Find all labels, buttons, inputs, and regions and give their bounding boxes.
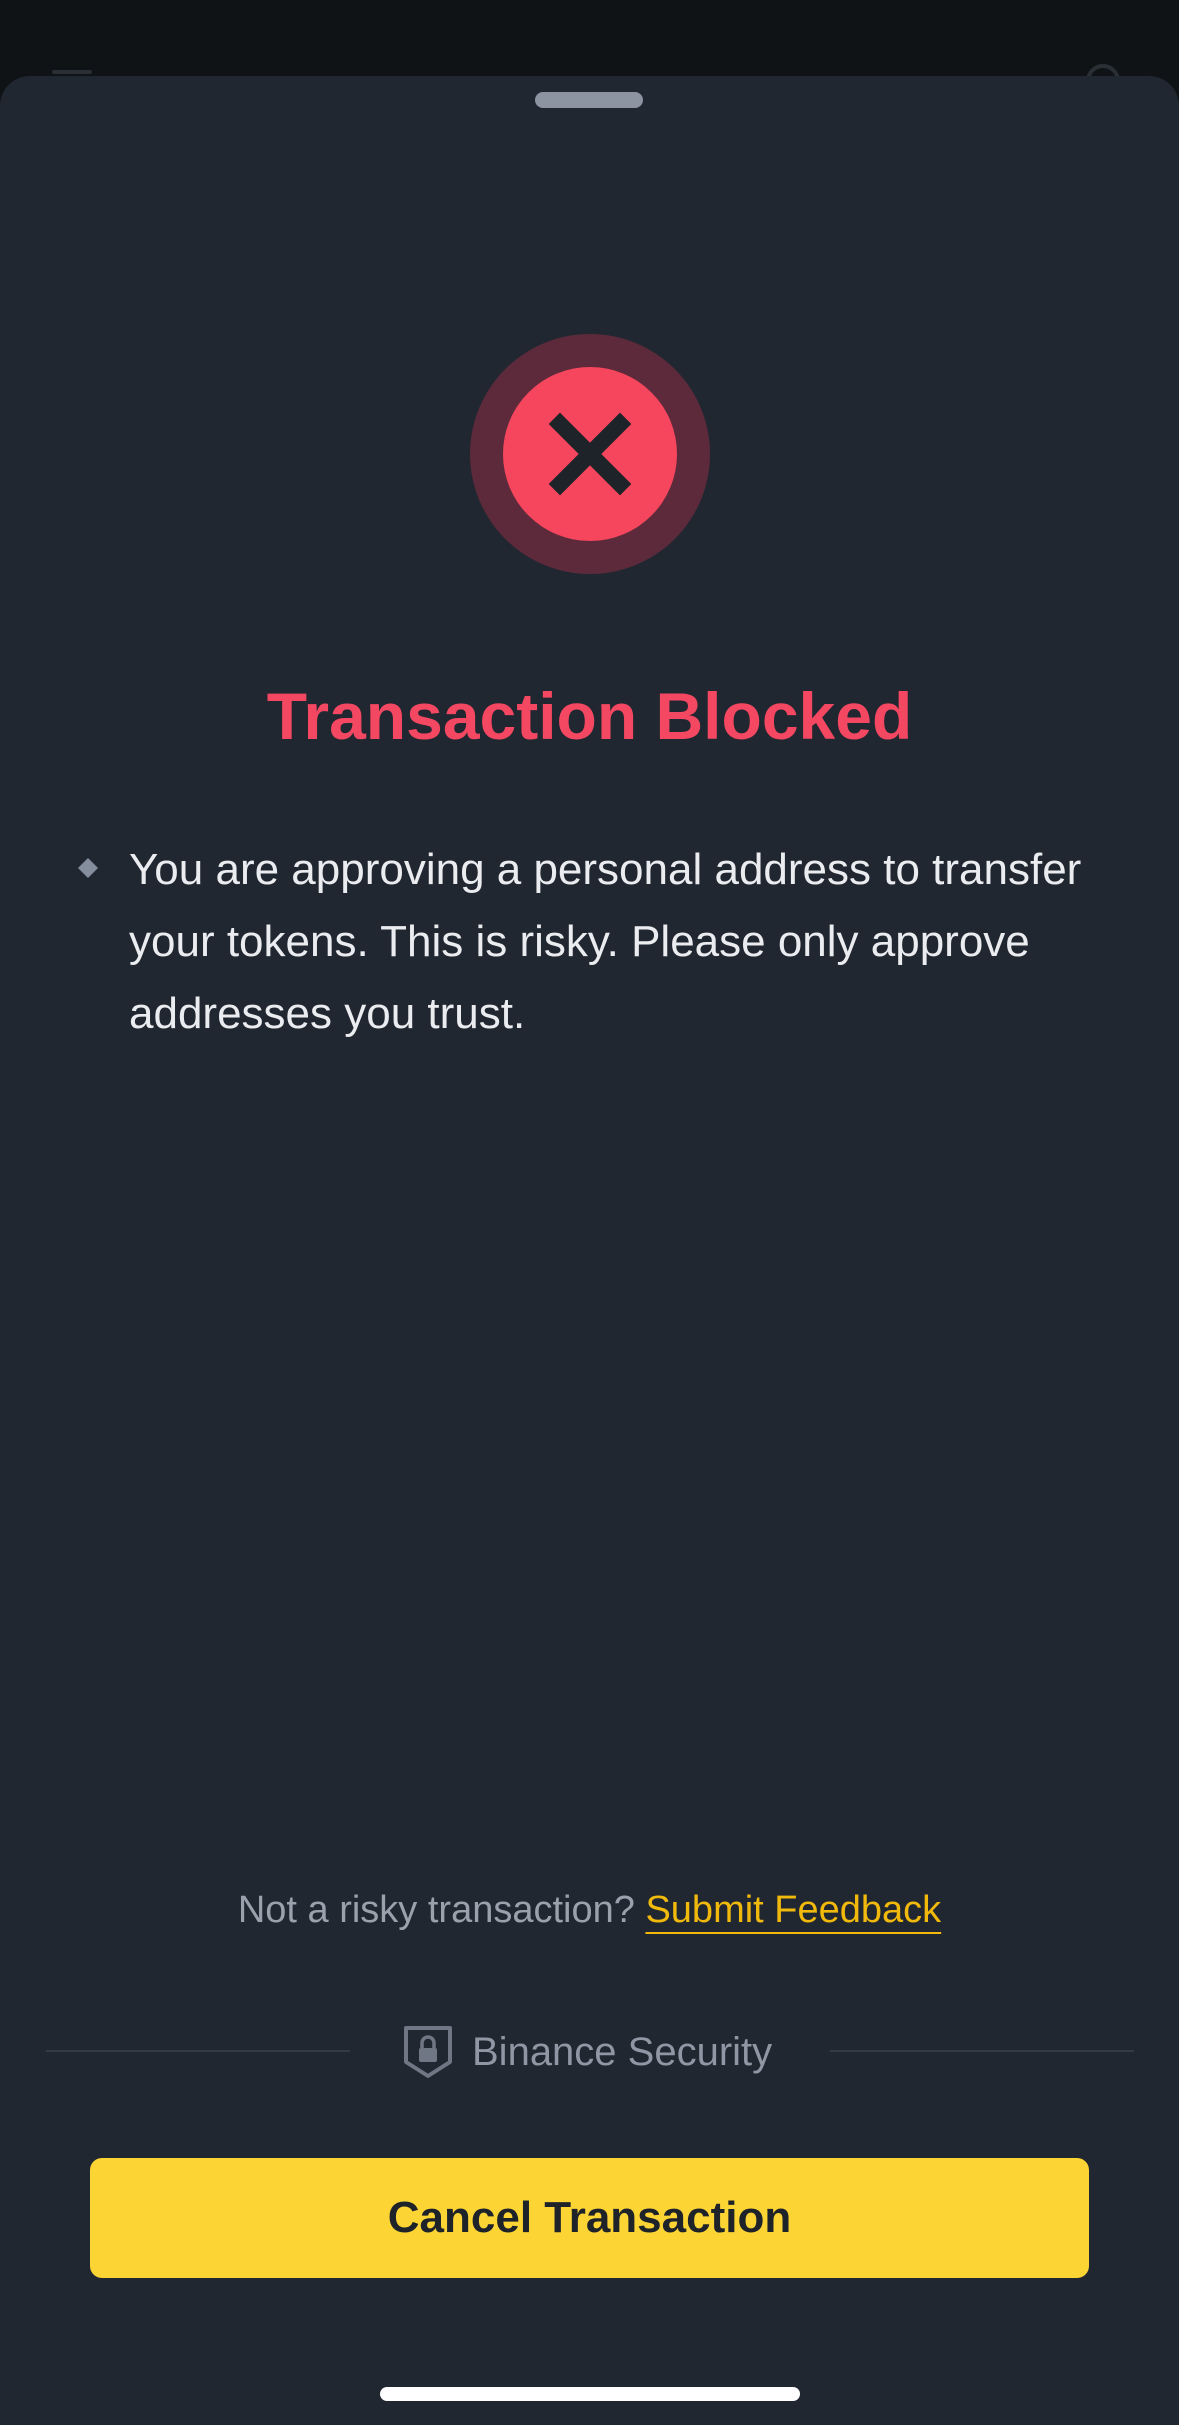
security-label: Binance Security: [472, 2029, 773, 2074]
transaction-blocked-sheet: Transaction Blocked You are approving a …: [0, 76, 1179, 2425]
divider-right: [830, 2050, 1134, 2052]
cancel-transaction-button[interactable]: Cancel Transaction: [90, 2158, 1089, 2278]
warning-text: You are approving a personal address to …: [129, 845, 1082, 1038]
shield-lock-icon: [404, 2026, 452, 2078]
page-title: Transaction Blocked: [266, 679, 913, 753]
menu-icon: [52, 70, 92, 74]
error-x-icon: [470, 334, 710, 574]
feedback-row: Not a risky transaction? Submit Feedback: [0, 1880, 1179, 1940]
drag-handle[interactable]: [535, 92, 643, 108]
feedback-question: Not a risky transaction?: [237, 1889, 635, 1931]
diamond-bullet-icon: [76, 856, 100, 880]
home-indicator[interactable]: [380, 2387, 800, 2401]
security-badge: Binance Security: [402, 2022, 772, 2082]
divider-left: [46, 2050, 350, 2052]
submit-feedback-link[interactable]: Submit Feedback: [645, 1889, 941, 1931]
